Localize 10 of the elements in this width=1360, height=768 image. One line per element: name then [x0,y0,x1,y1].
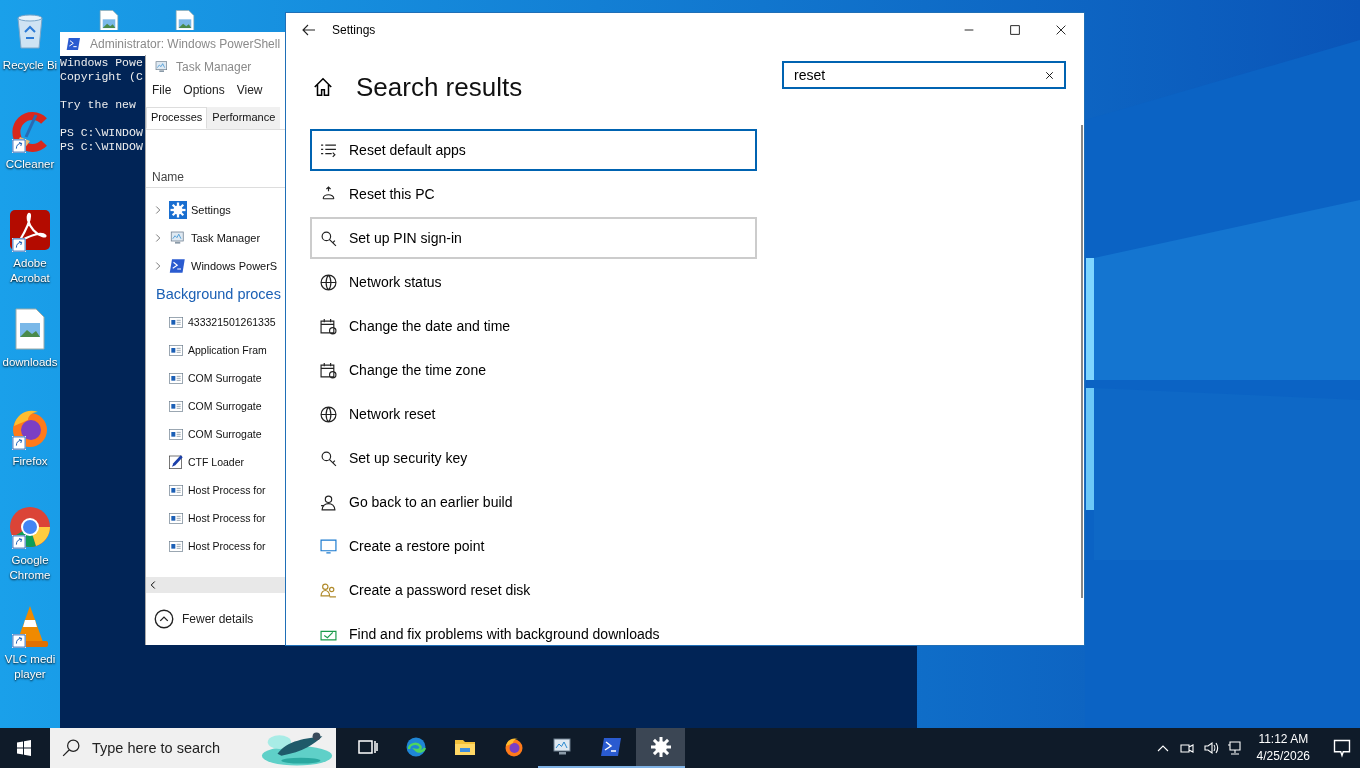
network-icon[interactable] [1226,740,1243,756]
search-icon [62,739,80,757]
settings-icon [648,735,673,759]
app-icon [599,735,624,759]
search-box[interactable]: Type here to search [50,728,336,768]
clock[interactable]: 11:12 AM 4/25/2026 [1256,731,1310,765]
notification-icon[interactable] [1332,738,1352,758]
speaker-icon[interactable] [1202,740,1219,756]
windows-logo-icon [16,740,32,756]
taskbar-app[interactable] [636,728,685,768]
